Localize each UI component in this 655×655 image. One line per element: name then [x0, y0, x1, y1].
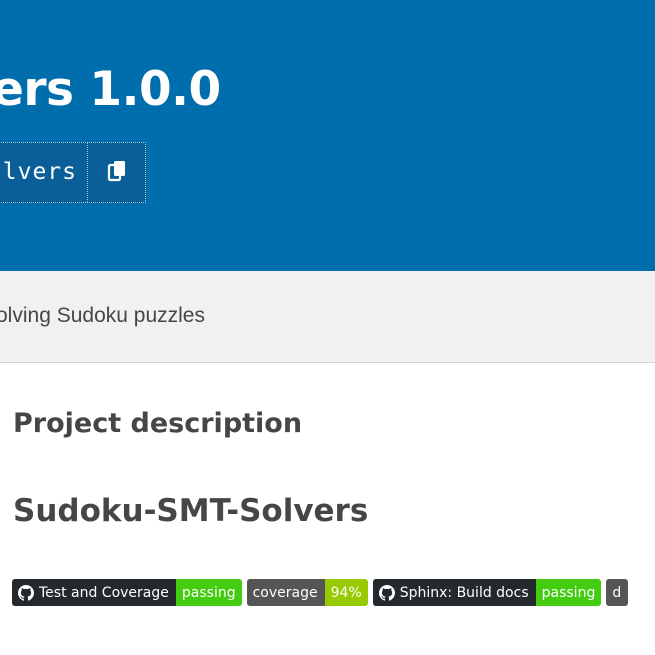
- copy-button[interactable]: [88, 143, 145, 202]
- package-summary-bar: olving Sudoku puzzles: [0, 271, 655, 363]
- package-title: ers 1.0.0: [0, 62, 221, 117]
- copy-icon: [107, 160, 127, 186]
- project-description-section: Project description Sudoku-SMT-Solvers T…: [0, 364, 655, 655]
- package-summary: olving Sudoku puzzles: [0, 304, 205, 327]
- readme-title: Sudoku-SMT-Solvers: [13, 493, 369, 529]
- package-header: ers 1.0.0 lvers: [0, 0, 655, 271]
- github-icon: [18, 584, 34, 601]
- pypi-project-page: ers 1.0.0 lvers olving Sudoku puzzles Pr…: [0, 0, 655, 655]
- badge-label: Test and Coverage: [12, 579, 176, 606]
- badge-coverage[interactable]: coverage 94%: [246, 579, 368, 606]
- github-icon: [378, 584, 395, 601]
- badge-label: Sphinx: Build docs: [372, 579, 536, 606]
- pip-install-command[interactable]: lvers: [0, 143, 88, 202]
- badge-label: coverage: [246, 579, 325, 606]
- badge-row: Test and Coverage passing coverage 94% S…: [12, 579, 629, 606]
- badge-sphinx-build-docs[interactable]: Sphinx: Build docs passing: [372, 579, 602, 606]
- badge-test-and-coverage[interactable]: Test and Coverage passing: [12, 579, 242, 606]
- badge-value: passing: [535, 579, 602, 606]
- badge-value: passing: [175, 579, 242, 606]
- pip-install-box: lvers: [0, 142, 146, 203]
- badge-label: d: [606, 579, 629, 606]
- project-description-heading: Project description: [13, 408, 303, 439]
- badge-docs-partial[interactable]: d: [606, 579, 629, 606]
- badge-value: 94%: [324, 579, 368, 606]
